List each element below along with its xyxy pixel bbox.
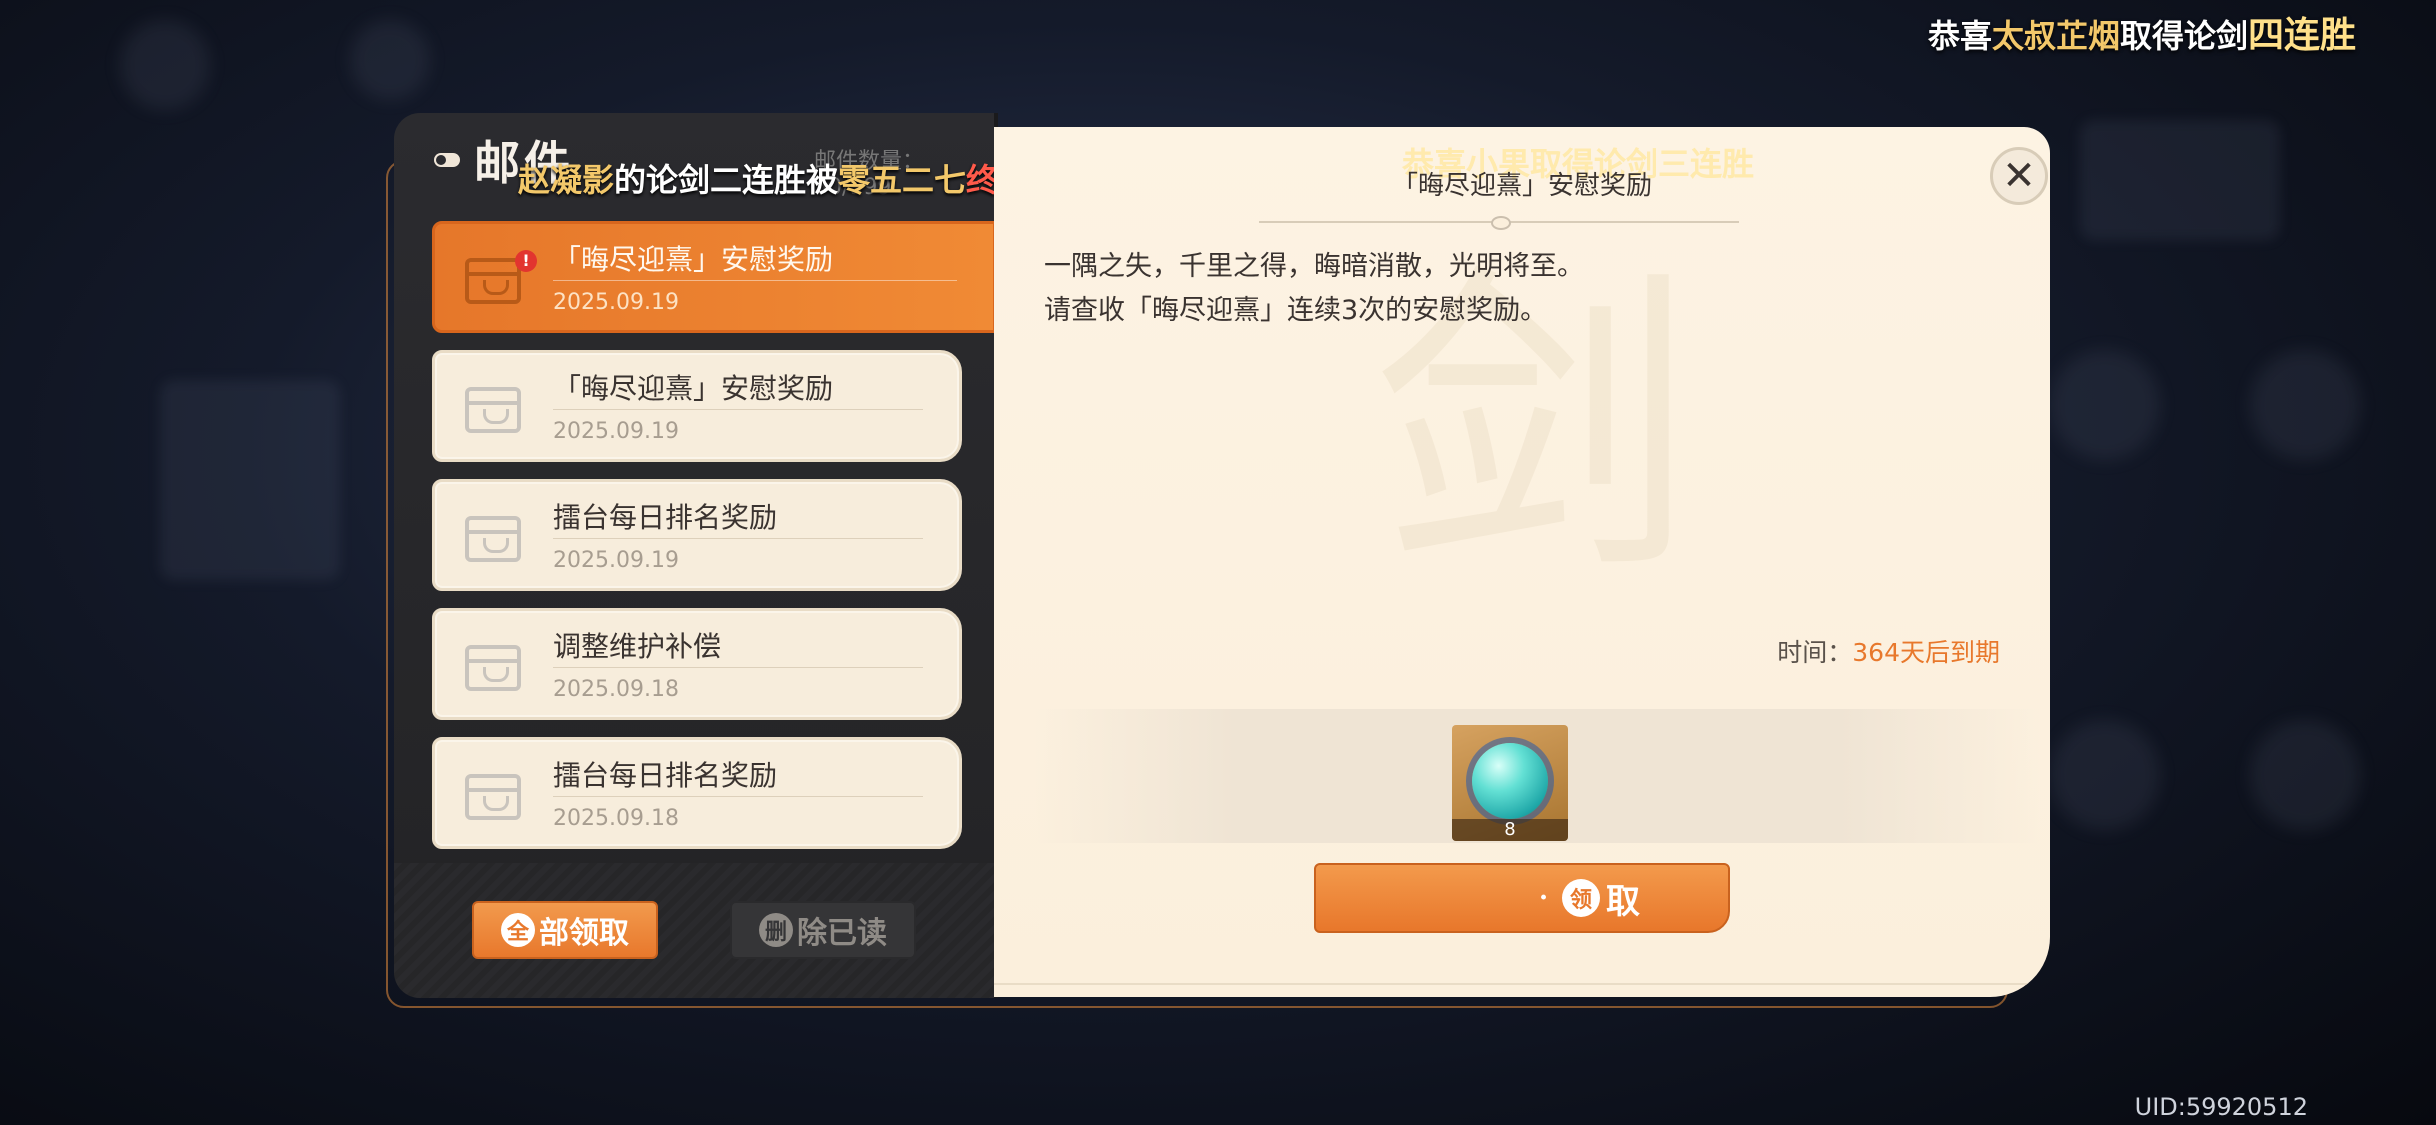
mail-date: 2025.09.19 xyxy=(553,419,679,444)
mail-item[interactable]: 「晦尽迎熹」安慰奖励 2025.09.19 xyxy=(432,350,962,462)
delete-read-label: 除已读 xyxy=(797,916,887,951)
watermark-calligraphy: 剑 xyxy=(1374,241,1694,613)
uid-label: UID:59920512 xyxy=(2134,1093,2308,1121)
close-icon: ✕ xyxy=(2002,153,2036,199)
chest-icon xyxy=(465,645,521,691)
broadcast-banner: 恭喜太叔芷烟取得论剑四连胜 xyxy=(1928,6,2356,58)
background-panel xyxy=(160,380,340,580)
broadcast-prefix: 恭喜 xyxy=(1927,17,1992,55)
delete-read-glyph: 删 xyxy=(759,913,793,947)
title-divider xyxy=(1259,216,1739,230)
background-blob xyxy=(2050,350,2160,460)
mail-actions-bar: 全部领取 删除已读 xyxy=(394,863,996,998)
background-blob xyxy=(120,20,210,110)
broadcast-middle: 取得论剑 xyxy=(2119,17,2248,55)
broadcast-streak: 四连胜 xyxy=(2247,14,2356,56)
scrolling-broadcast: 赵凝影的论剑二连胜被零五二七终结了 xyxy=(518,155,1062,201)
close-button[interactable]: ✕ xyxy=(1990,147,2048,205)
claim-all-label: 部领取 xyxy=(539,916,629,951)
mail-list: ! 「晦尽迎熹」安慰奖励 2025.09.19 「晦尽迎熹」安慰奖励 2025.… xyxy=(432,221,996,866)
claim-glyph: 领 xyxy=(1562,879,1600,917)
delete-read-button[interactable]: 删除已读 xyxy=(730,901,916,959)
background-blob xyxy=(350,20,430,100)
mail-body: 一隅之失，千里之得，晦暗消散，光明将至。 请查收「晦尽迎熹」连续3次的安慰奖励。 xyxy=(1044,245,1584,333)
mail-item[interactable]: 调整维护补偿 2025.09.18 xyxy=(432,608,962,720)
background-blob xyxy=(2250,720,2360,830)
divider xyxy=(553,409,923,410)
divider xyxy=(553,796,923,797)
mail-date: 2025.09.18 xyxy=(553,806,679,831)
expire-info: 时间：364天后到期 xyxy=(1777,633,2000,669)
chest-icon xyxy=(465,516,521,562)
toggle-icon[interactable] xyxy=(434,153,460,167)
mail-detail-title: 「晦尽迎熹」安慰奖励 xyxy=(1391,171,1652,201)
background-blob xyxy=(2050,720,2160,830)
attachment-item[interactable]: 8 xyxy=(1452,725,1568,841)
broadcast-player-name: 太叔芷烟 xyxy=(1991,17,2120,55)
background-panel xyxy=(2080,120,2280,240)
mail-detail-panel: 剑 恭喜小果取得论剑三连胜 「晦尽迎熹」安慰奖励 一隅之失，千里之得，晦暗消散，… xyxy=(994,127,2050,997)
mail-date: 2025.09.19 xyxy=(553,548,679,573)
mail-item-selected[interactable]: ! 「晦尽迎熹」安慰奖励 2025.09.19 xyxy=(432,221,996,333)
scroll-killer-name: 零五二七 xyxy=(838,161,967,199)
mail-subject: 擂台每日排名奖励 xyxy=(553,501,778,534)
chest-icon xyxy=(465,387,521,433)
claim-label: 取 xyxy=(1606,881,1640,922)
divider xyxy=(553,280,957,281)
claim-all-glyph: 全 xyxy=(501,913,535,947)
mail-subject: 擂台每日排名奖励 xyxy=(553,759,778,792)
scroll-middle: 的论剑二连胜被 xyxy=(614,161,839,199)
mail-body-line: 一隅之失，千里之得，晦暗消散，光明将至。 xyxy=(1044,251,1584,282)
mail-body-line: 请查收「晦尽迎熹」连续3次的安慰奖励。 xyxy=(1044,295,1548,326)
mail-subject: 调整维护补偿 xyxy=(553,630,722,663)
claim-button[interactable]: · 领取 xyxy=(1314,863,1730,933)
mail-date: 2025.09.19 xyxy=(553,290,679,315)
claim-all-button[interactable]: 全部领取 xyxy=(472,901,658,959)
mail-list-panel: 邮件 邮件数量：50/999 赵凝影的论剑二连胜被零五二七终结了 ! 「晦尽迎熹… xyxy=(394,113,1062,998)
mail-item[interactable]: 擂台每日排名奖励 2025.09.19 xyxy=(432,479,962,591)
background-blob xyxy=(2250,350,2360,460)
scroll-player-name: 赵凝影 xyxy=(518,161,615,199)
expire-value: 364天后到期 xyxy=(1852,638,2000,667)
mail-subject: 「晦尽迎熹」安慰奖励 xyxy=(553,372,834,405)
expire-label: 时间： xyxy=(1777,638,1853,667)
chest-icon xyxy=(465,258,521,304)
claim-dot: · xyxy=(1538,883,1548,913)
mail-date: 2025.09.18 xyxy=(553,677,679,702)
item-quantity: 8 xyxy=(1452,819,1568,841)
panel-bottom-edge xyxy=(994,983,2050,997)
mail-subject: 「晦尽迎熹」安慰奖励 xyxy=(553,243,834,276)
unread-badge: ! xyxy=(515,250,537,272)
orb-item-icon xyxy=(1472,743,1548,819)
divider xyxy=(553,667,923,668)
mail-item[interactable]: 擂台每日排名奖励 2025.09.18 xyxy=(432,737,962,849)
chest-icon xyxy=(465,774,521,820)
divider xyxy=(553,538,923,539)
